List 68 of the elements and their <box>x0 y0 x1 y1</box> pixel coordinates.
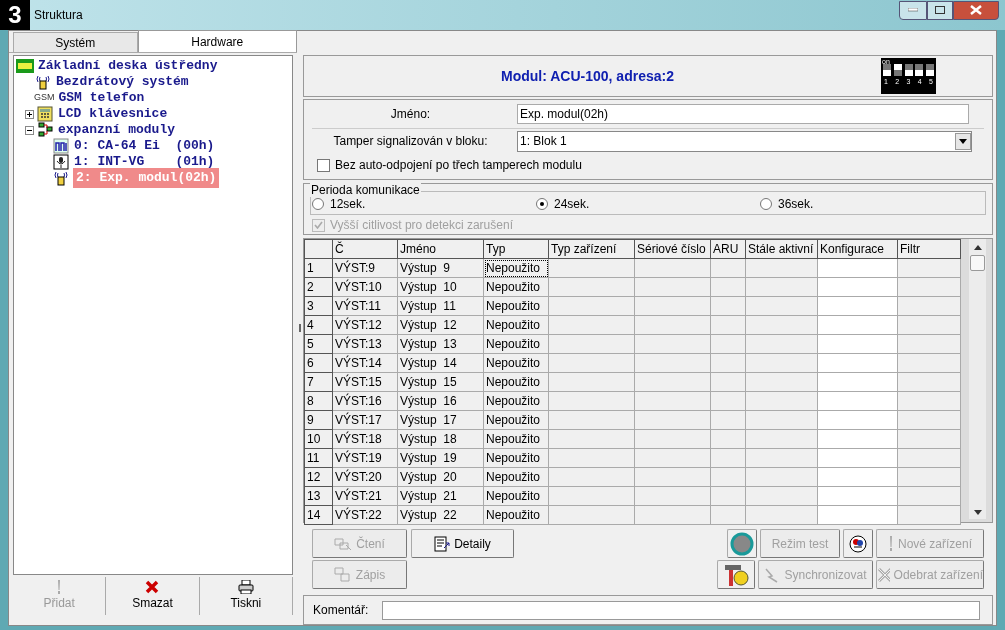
column-header[interactable]: Sériové číslo <box>634 239 711 259</box>
close-button[interactable] <box>953 0 999 20</box>
antenna-icon <box>35 74 51 90</box>
status-circle-icon <box>730 531 754 556</box>
comment-label: Komentář: <box>313 602 370 619</box>
gsm-icon: GSM <box>34 91 55 105</box>
printer-icon <box>237 580 254 594</box>
minimize-icon <box>908 8 918 12</box>
scroll-up-icon <box>973 245 982 250</box>
status-button[interactable] <box>727 529 757 558</box>
app-logo: 3 <box>0 0 30 30</box>
radio-label: 12sek. <box>330 196 366 213</box>
delete-icon <box>145 580 160 594</box>
add-icon <box>56 580 63 594</box>
minus-icon <box>27 129 32 131</box>
color-button[interactable] <box>843 529 873 558</box>
column-header[interactable]: Stále aktivní <box>745 239 818 259</box>
field-label: Jméno: <box>389 106 432 123</box>
details-icon <box>434 535 451 552</box>
maximize-icon <box>935 6 945 14</box>
window-title: Struktura <box>34 7 83 24</box>
radio-button[interactable] <box>312 198 324 210</box>
column-header[interactable]: Typ zařízení <box>548 239 635 259</box>
write-icon <box>333 566 352 583</box>
details-button[interactable]: Detaily <box>411 529 514 558</box>
antenna-icon <box>53 170 69 186</box>
column-header[interactable]: ARU <box>710 239 746 259</box>
modules-icon <box>37 122 53 138</box>
tab[interactable]: Hardware <box>137 30 297 52</box>
color-circle-icon <box>849 534 867 553</box>
comment-field[interactable] <box>382 600 980 620</box>
delete-button[interactable]: Smazat <box>106 577 200 615</box>
close-icon <box>970 5 982 15</box>
checkbox-label: Bez auto-odpojení po třech tamperech modulu <box>335 157 582 174</box>
column-header[interactable]: Typ <box>483 239 549 259</box>
column-header[interactable]: Č <box>332 239 398 259</box>
expander-toggle[interactable] <box>25 109 34 119</box>
name-field[interactable]: Exp. modul(02h) <box>517 104 969 124</box>
board-icon <box>16 59 34 73</box>
radio-button[interactable] <box>536 198 548 210</box>
scroll-thumb[interactable] <box>970 255 985 271</box>
scrollbar[interactable] <box>969 239 986 519</box>
checkbox-label: Vyšší citlivost pro detekci zarušení <box>330 217 513 234</box>
checkbox[interactable] <box>317 158 330 172</box>
keypad-icon <box>37 106 53 122</box>
block-dropdown[interactable]: 1: Blok 1 <box>517 130 972 152</box>
radio-label: 24sek. <box>554 196 590 213</box>
remove-icon <box>877 566 890 583</box>
microphone-icon <box>53 154 69 170</box>
read-icon <box>334 535 353 552</box>
scroll-down-icon <box>973 510 982 515</box>
field-label: Tamper signalizován v bloku: <box>332 133 489 150</box>
column-header[interactable]: Konfigurace <box>817 239 898 259</box>
column-header[interactable]: Filtr <box>897 239 961 259</box>
print-button[interactable]: Tiskni <box>199 577 293 615</box>
minimize-button[interactable] <box>899 0 927 20</box>
group-label: Perioda komunikace <box>310 183 421 197</box>
expander-toggle[interactable] <box>25 125 34 135</box>
radio-label: 36sek. <box>778 196 814 213</box>
maximize-button[interactable] <box>927 0 953 20</box>
expander-icon <box>53 138 69 154</box>
module-title: Modul: ACU-100, adresa:2 <box>501 66 674 86</box>
radio-button[interactable] <box>760 198 772 210</box>
tools-button[interactable] <box>717 560 755 589</box>
plus-icon <box>27 111 32 117</box>
new-device-icon <box>887 535 894 552</box>
column-header[interactable]: Jméno <box>397 239 484 259</box>
tab[interactable]: Systém <box>13 32 138 52</box>
